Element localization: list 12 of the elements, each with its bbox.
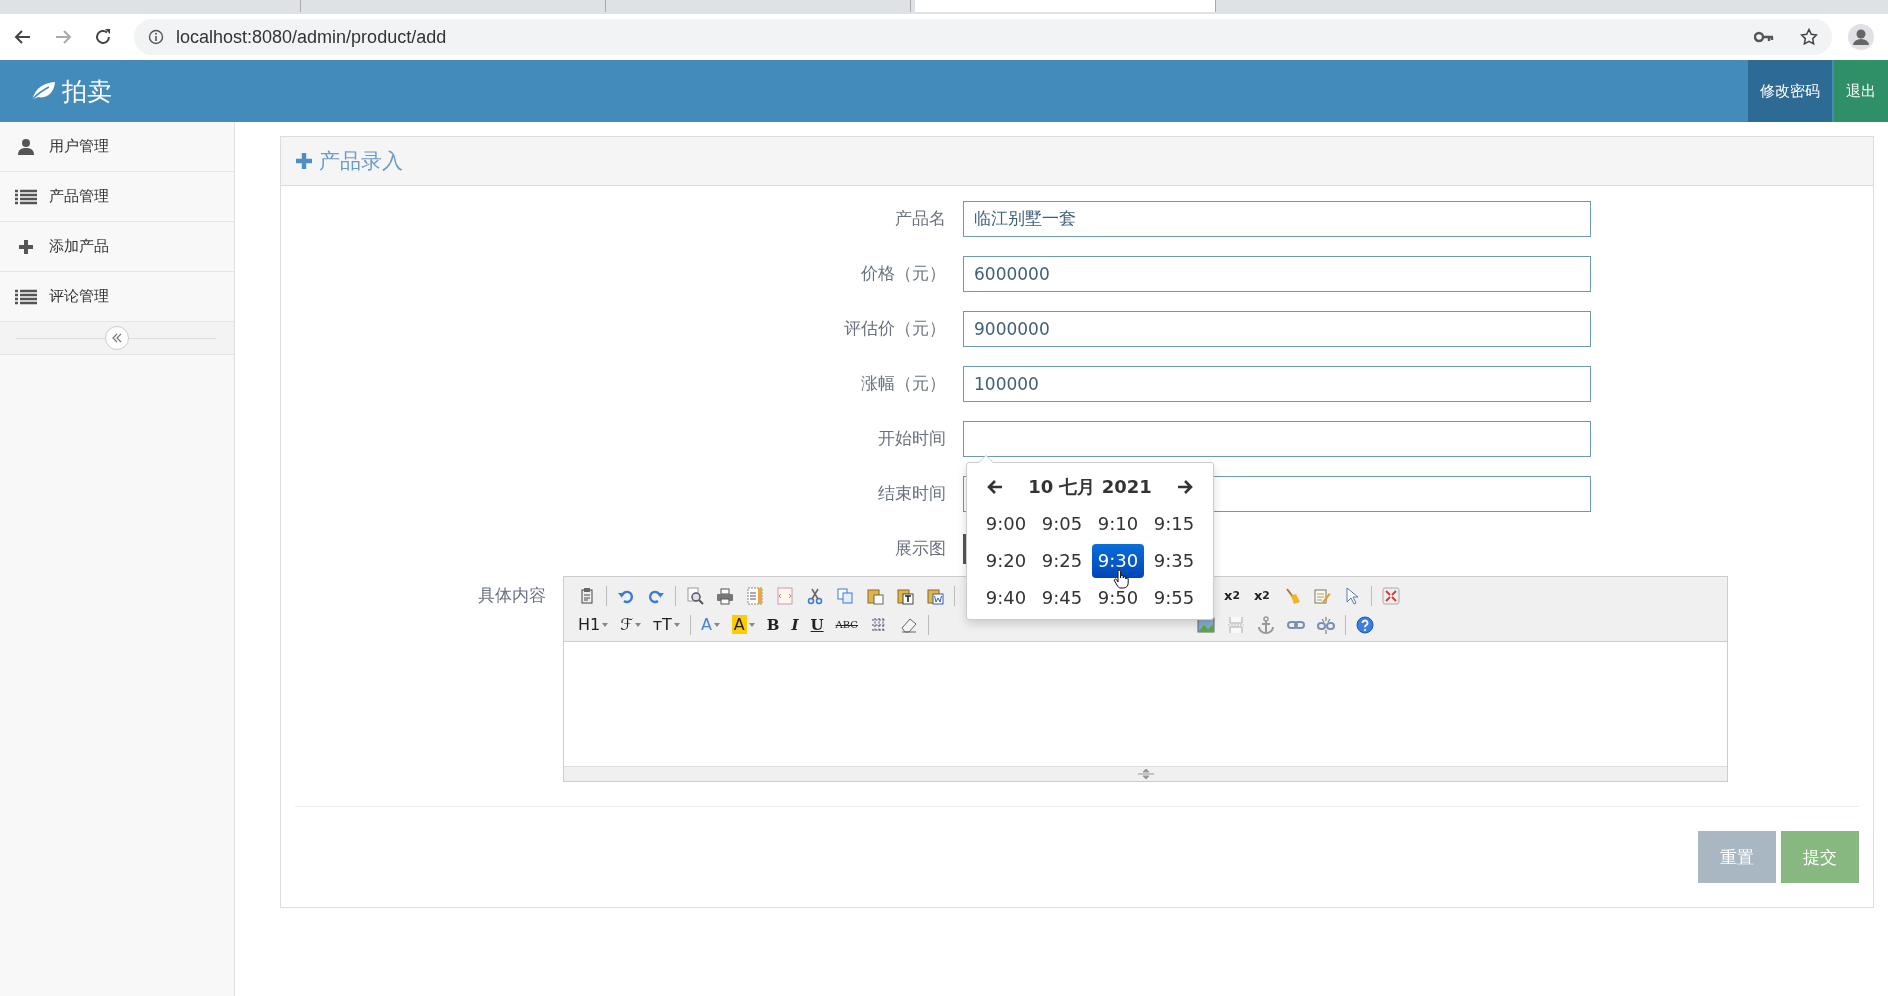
field-label: 价格（元） <box>860 262 947 285</box>
field-label: 展示图 <box>894 537 947 560</box>
url-text: localhost:8080/admin/product/add <box>176 26 448 48</box>
picker-date: 10 七月 2021 <box>1028 474 1152 499</box>
field-label: 具体内容 <box>477 584 547 607</box>
field-label: 产品名 <box>894 207 947 230</box>
panel-title: 产品录入 <box>319 148 403 175</box>
field-label: 开始时间 <box>877 427 947 450</box>
field-label: 涨幅（元） <box>860 372 947 395</box>
field-label: 结束时间 <box>877 482 947 505</box>
brand-name: 拍卖 <box>62 75 112 108</box>
field-label: 评估价（元） <box>843 317 947 340</box>
